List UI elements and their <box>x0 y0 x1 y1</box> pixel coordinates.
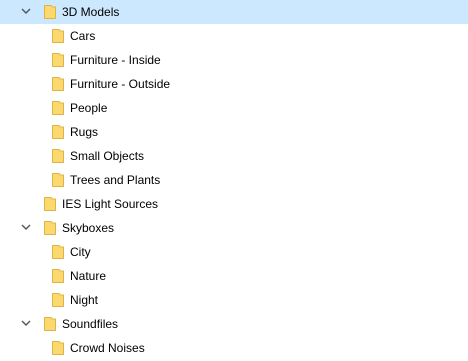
tree-item-label: 3D Models <box>62 5 120 19</box>
tree-item-label: People <box>70 101 108 115</box>
tree-item-label: City <box>70 245 91 259</box>
tree-item-3d-models[interactable]: 3D Models <box>0 0 468 24</box>
tree-item-label: Small Objects <box>70 149 145 163</box>
folder-icon <box>44 317 56 331</box>
tree-item-skyboxes[interactable]: Skyboxes <box>0 216 468 240</box>
tree-item-people[interactable]: People <box>0 96 468 120</box>
folder-tree: 3D Models Cars Furniture - Inside Furnit… <box>0 0 468 361</box>
tree-item-cars[interactable]: Cars <box>0 24 468 48</box>
tree-item-label: Furniture - Inside <box>70 53 161 67</box>
tree-item-label: Night <box>70 293 99 307</box>
folder-icon <box>52 53 64 67</box>
folder-icon <box>44 197 56 211</box>
tree-item-city[interactable]: City <box>0 240 468 264</box>
tree-item-furniture-inside[interactable]: Furniture - Inside <box>0 48 468 72</box>
tree-item-label: Crowd Noises <box>70 341 145 355</box>
tree-item-label: Furniture - Outside <box>70 77 171 91</box>
tree-item-label: Skyboxes <box>62 221 115 235</box>
folder-icon <box>52 341 64 355</box>
folder-icon <box>52 293 64 307</box>
tree-item-trees-and-plants[interactable]: Trees and Plants <box>0 168 468 192</box>
tree-item-label: IES Light Sources <box>62 197 159 211</box>
folder-icon <box>52 173 64 187</box>
tree-item-label: Rugs <box>70 125 99 139</box>
tree-item-furniture-outside[interactable]: Furniture - Outside <box>0 72 468 96</box>
chevron-down-icon[interactable] <box>21 6 31 16</box>
folder-icon <box>52 245 64 259</box>
tree-item-soundfiles[interactable]: Soundfiles <box>0 312 468 336</box>
chevron-down-icon[interactable] <box>21 318 31 328</box>
folder-icon <box>44 5 56 19</box>
tree-item-small-objects[interactable]: Small Objects <box>0 144 468 168</box>
folder-icon <box>52 125 64 139</box>
tree-item-label: Soundfiles <box>62 317 119 331</box>
chevron-down-icon[interactable] <box>21 222 31 232</box>
folder-icon <box>52 77 64 91</box>
folder-icon <box>52 101 64 115</box>
folder-icon <box>52 29 64 43</box>
tree-item-label: Cars <box>70 29 96 43</box>
tree-item-rugs[interactable]: Rugs <box>0 120 468 144</box>
tree-item-crowd-noises[interactable]: Crowd Noises <box>0 336 468 360</box>
tree-item-label: Nature <box>70 269 107 283</box>
tree-item-nature[interactable]: Nature <box>0 264 468 288</box>
tree-item-label: Trees and Plants <box>70 173 161 187</box>
folder-icon <box>52 269 64 283</box>
folder-icon <box>44 221 56 235</box>
folder-icon <box>52 149 64 163</box>
tree-item-night[interactable]: Night <box>0 288 468 312</box>
tree-item-ies-light-sources[interactable]: IES Light Sources <box>0 192 468 216</box>
